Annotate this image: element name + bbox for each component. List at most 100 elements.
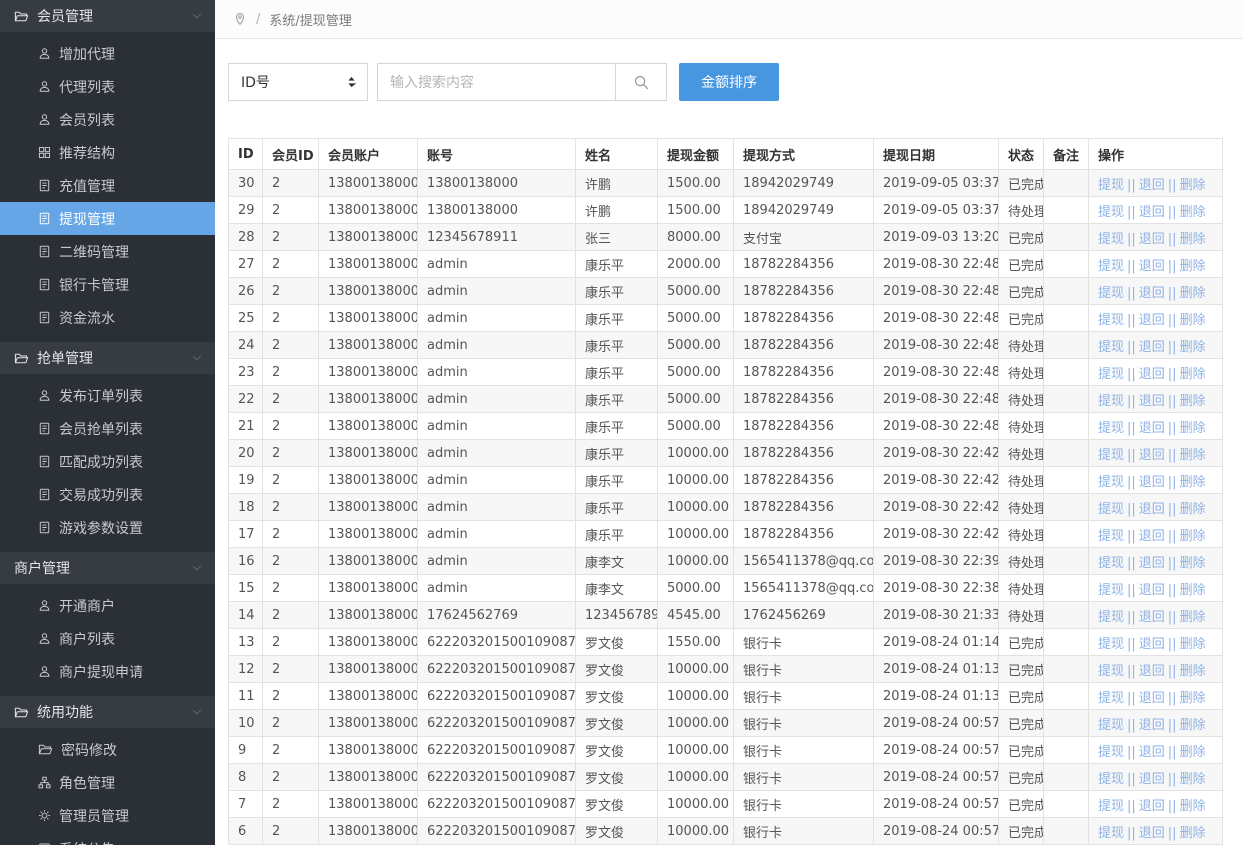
- sidebar-item-merchant-list[interactable]: 商户列表: [0, 622, 215, 655]
- action-delete-link[interactable]: 删除: [1180, 448, 1206, 463]
- action-return-link[interactable]: 退回: [1139, 475, 1165, 490]
- action-delete-link[interactable]: 删除: [1180, 178, 1206, 193]
- sidebar-item-member-grab-list[interactable]: 会员抢单列表: [0, 412, 215, 445]
- action-delete-link[interactable]: 删除: [1180, 475, 1206, 490]
- action-delete-link[interactable]: 删除: [1180, 313, 1206, 328]
- action-withdraw-link[interactable]: 提现: [1098, 448, 1124, 463]
- action-return-link[interactable]: 退回: [1139, 745, 1165, 760]
- search-field-select[interactable]: ID号: [228, 63, 368, 101]
- action-withdraw-link[interactable]: 提现: [1098, 529, 1124, 544]
- action-withdraw-link[interactable]: 提现: [1098, 799, 1124, 814]
- sidebar-item-fund-flow[interactable]: 资金流水: [0, 301, 215, 334]
- sidebar-item-password-change[interactable]: 密码修改: [0, 733, 215, 766]
- action-withdraw-link[interactable]: 提现: [1098, 475, 1124, 490]
- action-return-link[interactable]: 退回: [1139, 664, 1165, 679]
- action-delete-link[interactable]: 删除: [1180, 232, 1206, 247]
- search-input[interactable]: [377, 63, 615, 101]
- sidebar-item-agent-list[interactable]: 代理列表: [0, 70, 215, 103]
- sidebar-section-grab-order-management[interactable]: 抢单管理: [0, 342, 215, 374]
- sidebar-item-publish-order-list[interactable]: 发布订单列表: [0, 379, 215, 412]
- sidebar-item-qrcode-management[interactable]: 二维码管理: [0, 235, 215, 268]
- action-return-link[interactable]: 退回: [1139, 718, 1165, 733]
- action-delete-link[interactable]: 删除: [1180, 340, 1206, 355]
- action-return-link[interactable]: 退回: [1139, 232, 1165, 247]
- action-withdraw-link[interactable]: 提现: [1098, 178, 1124, 193]
- action-withdraw-link[interactable]: 提现: [1098, 313, 1124, 328]
- action-withdraw-link[interactable]: 提现: [1098, 583, 1124, 598]
- action-delete-link[interactable]: 删除: [1180, 286, 1206, 301]
- action-delete-link[interactable]: 删除: [1180, 367, 1206, 382]
- action-delete-link[interactable]: 删除: [1180, 502, 1206, 517]
- sidebar-item-withdraw-management[interactable]: 提现管理: [0, 202, 215, 235]
- action-withdraw-link[interactable]: 提现: [1098, 421, 1124, 436]
- action-delete-link[interactable]: 删除: [1180, 394, 1206, 409]
- sidebar-section-merchant-management[interactable]: 商户管理: [0, 552, 215, 584]
- action-delete-link[interactable]: 删除: [1180, 826, 1206, 841]
- sidebar-item-match-success-list[interactable]: 匹配成功列表: [0, 445, 215, 478]
- action-delete-link[interactable]: 删除: [1180, 529, 1206, 544]
- action-return-link[interactable]: 退回: [1139, 772, 1165, 787]
- action-return-link[interactable]: 退回: [1139, 502, 1165, 517]
- action-withdraw-link[interactable]: 提现: [1098, 502, 1124, 517]
- sidebar-section-member-management[interactable]: 会员管理: [0, 0, 215, 32]
- search-button[interactable]: [615, 63, 667, 101]
- sidebar-item-open-merchant[interactable]: 开通商户: [0, 589, 215, 622]
- action-delete-link[interactable]: 删除: [1180, 421, 1206, 436]
- action-return-link[interactable]: 退回: [1139, 205, 1165, 220]
- action-delete-link[interactable]: 删除: [1180, 664, 1206, 679]
- action-withdraw-link[interactable]: 提现: [1098, 367, 1124, 382]
- action-return-link[interactable]: 退回: [1139, 340, 1165, 355]
- sidebar-item-add-agent[interactable]: 增加代理: [0, 37, 215, 70]
- action-withdraw-link[interactable]: 提现: [1098, 556, 1124, 571]
- action-withdraw-link[interactable]: 提现: [1098, 232, 1124, 247]
- action-withdraw-link[interactable]: 提现: [1098, 691, 1124, 706]
- sidebar-item-admin-management[interactable]: 管理员管理: [0, 799, 215, 832]
- action-withdraw-link[interactable]: 提现: [1098, 745, 1124, 760]
- action-return-link[interactable]: 退回: [1139, 259, 1165, 274]
- action-delete-link[interactable]: 删除: [1180, 583, 1206, 598]
- action-withdraw-link[interactable]: 提现: [1098, 259, 1124, 274]
- sidebar-item-game-params-settings[interactable]: 游戏参数设置: [0, 511, 215, 544]
- sidebar-item-bankcard-management[interactable]: 银行卡管理: [0, 268, 215, 301]
- action-return-link[interactable]: 退回: [1139, 286, 1165, 301]
- action-delete-link[interactable]: 删除: [1180, 745, 1206, 760]
- action-return-link[interactable]: 退回: [1139, 610, 1165, 625]
- action-return-link[interactable]: 退回: [1139, 799, 1165, 814]
- action-withdraw-link[interactable]: 提现: [1098, 394, 1124, 409]
- action-return-link[interactable]: 退回: [1139, 556, 1165, 571]
- action-delete-link[interactable]: 删除: [1180, 610, 1206, 625]
- action-delete-link[interactable]: 删除: [1180, 637, 1206, 652]
- action-delete-link[interactable]: 删除: [1180, 718, 1206, 733]
- sidebar-item-system-notice[interactable]: 系统公告: [0, 832, 215, 845]
- action-delete-link[interactable]: 删除: [1180, 799, 1206, 814]
- sidebar-item-merchant-withdraw-request[interactable]: 商户提现申请: [0, 655, 215, 688]
- sidebar-item-role-management[interactable]: 角色管理: [0, 766, 215, 799]
- action-return-link[interactable]: 退回: [1139, 826, 1165, 841]
- sidebar-section-common-functions[interactable]: 统用功能: [0, 696, 215, 728]
- action-return-link[interactable]: 退回: [1139, 178, 1165, 193]
- action-withdraw-link[interactable]: 提现: [1098, 340, 1124, 355]
- action-return-link[interactable]: 退回: [1139, 367, 1165, 382]
- action-return-link[interactable]: 退回: [1139, 394, 1165, 409]
- action-withdraw-link[interactable]: 提现: [1098, 664, 1124, 679]
- sidebar-item-member-list[interactable]: 会员列表: [0, 103, 215, 136]
- action-withdraw-link[interactable]: 提现: [1098, 718, 1124, 733]
- action-withdraw-link[interactable]: 提现: [1098, 637, 1124, 652]
- action-delete-link[interactable]: 删除: [1180, 205, 1206, 220]
- action-delete-link[interactable]: 删除: [1180, 772, 1206, 787]
- action-withdraw-link[interactable]: 提现: [1098, 286, 1124, 301]
- sidebar-item-trade-success-list[interactable]: 交易成功列表: [0, 478, 215, 511]
- action-withdraw-link[interactable]: 提现: [1098, 826, 1124, 841]
- action-delete-link[interactable]: 删除: [1180, 556, 1206, 571]
- action-withdraw-link[interactable]: 提现: [1098, 610, 1124, 625]
- sidebar-item-referral-structure[interactable]: 推荐结构: [0, 136, 215, 169]
- action-return-link[interactable]: 退回: [1139, 529, 1165, 544]
- amount-sort-button[interactable]: 金额排序: [679, 63, 779, 101]
- action-return-link[interactable]: 退回: [1139, 691, 1165, 706]
- action-return-link[interactable]: 退回: [1139, 583, 1165, 598]
- action-withdraw-link[interactable]: 提现: [1098, 205, 1124, 220]
- sidebar-item-recharge-management[interactable]: 充值管理: [0, 169, 215, 202]
- action-return-link[interactable]: 退回: [1139, 448, 1165, 463]
- action-return-link[interactable]: 退回: [1139, 637, 1165, 652]
- action-delete-link[interactable]: 删除: [1180, 259, 1206, 274]
